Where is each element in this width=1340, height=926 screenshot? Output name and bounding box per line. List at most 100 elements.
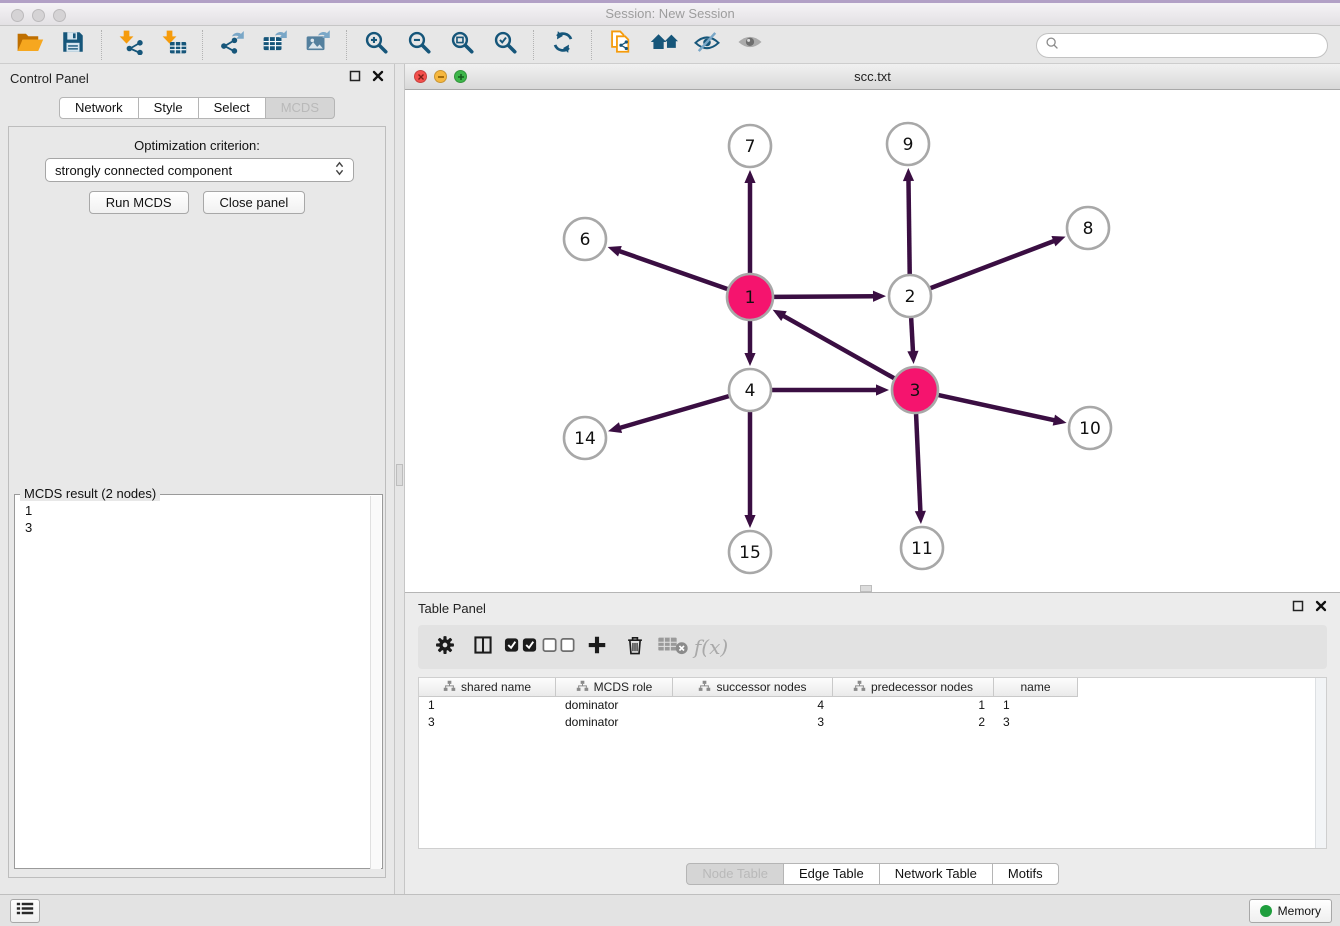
- column-header-name[interactable]: name: [994, 678, 1078, 697]
- table-cell[interactable]: 4: [673, 697, 833, 714]
- app-minimize-button[interactable]: [32, 9, 45, 22]
- deselect-all-button[interactable]: [540, 629, 578, 665]
- network-canvas[interactable]: 7 9 6 8 1 2 4 3 14 10 15 11: [405, 90, 1340, 592]
- table-tab-node-table[interactable]: Node Table: [686, 863, 784, 885]
- table-row[interactable]: 3dominator323: [419, 714, 1326, 731]
- memory-button[interactable]: Memory: [1249, 899, 1332, 923]
- horizontal-splitter-grip[interactable]: [860, 585, 872, 592]
- graph-edge[interactable]: [911, 318, 913, 353]
- settings-button[interactable]: [426, 629, 464, 665]
- zoom-out-button[interactable]: [397, 28, 440, 62]
- graph-node-3[interactable]: 3: [892, 367, 938, 413]
- export-table-button[interactable]: [253, 28, 296, 62]
- mcds-result-scrollbar[interactable]: [370, 496, 381, 869]
- task-history-button[interactable]: [10, 899, 40, 923]
- select-all-button[interactable]: [502, 629, 540, 665]
- app-zoom-button[interactable]: [53, 9, 66, 22]
- hide-selected-button[interactable]: [685, 28, 728, 62]
- delete-row-button[interactable]: [616, 629, 654, 665]
- splitter-grip[interactable]: [396, 464, 403, 486]
- table-cell[interactable]: 1: [419, 697, 556, 714]
- column-header-mcds-role[interactable]: MCDS role: [556, 678, 673, 697]
- table-cell[interactable]: 3: [419, 714, 556, 731]
- table-tab-motifs[interactable]: Motifs: [992, 863, 1059, 885]
- home-button[interactable]: [642, 28, 685, 62]
- table-cell[interactable]: dominator: [556, 714, 673, 731]
- table-tab-edge-table[interactable]: Edge Table: [783, 863, 880, 885]
- table-cell[interactable]: 1: [994, 697, 1078, 714]
- graph-edge[interactable]: [931, 240, 1056, 288]
- export-network-button[interactable]: [210, 28, 253, 62]
- run-mcds-button[interactable]: Run MCDS: [89, 191, 189, 214]
- graph-edge-arrowhead: [608, 422, 622, 433]
- graph-node-7[interactable]: 7: [729, 125, 771, 167]
- table-cell[interactable]: 1: [833, 697, 994, 714]
- control-panel-tabs: NetworkStyleSelectMCDS: [0, 97, 394, 119]
- graph-edge[interactable]: [782, 315, 894, 378]
- graph-node-10[interactable]: 10: [1069, 407, 1111, 449]
- table-cell[interactable]: 2: [833, 714, 994, 731]
- graph-edge[interactable]: [619, 396, 729, 428]
- zoom-fit-button[interactable]: [440, 28, 483, 62]
- graph-node-6[interactable]: 6: [564, 218, 606, 260]
- open-folder-button[interactable]: [8, 28, 51, 62]
- table-cell[interactable]: 3: [994, 714, 1078, 731]
- control-panel-float-icon[interactable]: [349, 69, 361, 87]
- graph-node-1[interactable]: 1: [727, 274, 773, 320]
- table-scrollbar[interactable]: [1315, 678, 1326, 848]
- tab-mcds[interactable]: MCDS: [265, 97, 335, 119]
- column-header-predecessor-nodes[interactable]: predecessor nodes: [833, 678, 994, 697]
- tab-network[interactable]: Network: [59, 97, 139, 119]
- tab-style[interactable]: Style: [138, 97, 199, 119]
- network-zoom-button[interactable]: [454, 70, 467, 83]
- graph-node-9[interactable]: 9: [887, 123, 929, 165]
- table-tab-network-table[interactable]: Network Table: [879, 863, 993, 885]
- mcds-result-list[interactable]: 13: [15, 495, 382, 543]
- column-header-shared-name[interactable]: shared name: [419, 678, 556, 697]
- graph-node-14[interactable]: 14: [564, 417, 606, 459]
- graph-node-8[interactable]: 8: [1067, 207, 1109, 249]
- graph-node-4[interactable]: 4: [729, 369, 771, 411]
- copy-network-button[interactable]: [599, 28, 642, 62]
- export-image-button[interactable]: [296, 28, 339, 62]
- search-box[interactable]: [1036, 33, 1328, 58]
- network-minimize-button[interactable]: [434, 70, 447, 83]
- table-row[interactable]: 1dominator411: [419, 697, 1326, 714]
- graph-edge-arrowhead: [744, 353, 755, 366]
- vertical-splitter[interactable]: [394, 64, 405, 894]
- toolbar-separator: [346, 30, 347, 60]
- graph-edge-arrowhead: [608, 246, 622, 257]
- search-input[interactable]: [1064, 38, 1319, 53]
- graph-edge[interactable]: [618, 251, 727, 289]
- add-row-button[interactable]: [578, 629, 616, 665]
- network-close-button[interactable]: [414, 70, 427, 83]
- table-panel-close-icon[interactable]: [1315, 599, 1327, 617]
- save-button[interactable]: [51, 28, 94, 62]
- function-builder-icon: f(x): [688, 635, 734, 659]
- zoom-selected-button[interactable]: [483, 28, 526, 62]
- import-network-button[interactable]: [109, 28, 152, 62]
- refresh-button[interactable]: [541, 28, 584, 62]
- graph-node-15[interactable]: 15: [729, 531, 771, 573]
- show-all-button[interactable]: [728, 28, 771, 62]
- optimization-criterion-select[interactable]: strongly connected component: [45, 158, 354, 182]
- graph-node-11[interactable]: 11: [901, 527, 943, 569]
- import-table-button[interactable]: [152, 28, 195, 62]
- graph-edge[interactable]: [908, 179, 909, 274]
- graph-edge[interactable]: [938, 395, 1055, 420]
- column-header-successor-nodes[interactable]: successor nodes: [673, 678, 833, 697]
- table-cell[interactable]: 3: [673, 714, 833, 731]
- control-panel-close-icon[interactable]: [372, 69, 384, 87]
- close-panel-button[interactable]: Close panel: [203, 191, 306, 214]
- hierarchy-icon: [443, 680, 456, 695]
- table-panel-float-icon[interactable]: [1292, 599, 1304, 617]
- graph-edge[interactable]: [916, 414, 920, 513]
- zoom-in-button[interactable]: [354, 28, 397, 62]
- table-panel-title: Table Panel: [418, 601, 1292, 616]
- graph-edge[interactable]: [774, 296, 875, 297]
- tab-select[interactable]: Select: [198, 97, 266, 119]
- graph-node-2[interactable]: 2: [889, 275, 931, 317]
- columns-button[interactable]: [464, 629, 502, 665]
- app-close-button[interactable]: [11, 9, 24, 22]
- table-cell[interactable]: dominator: [556, 697, 673, 714]
